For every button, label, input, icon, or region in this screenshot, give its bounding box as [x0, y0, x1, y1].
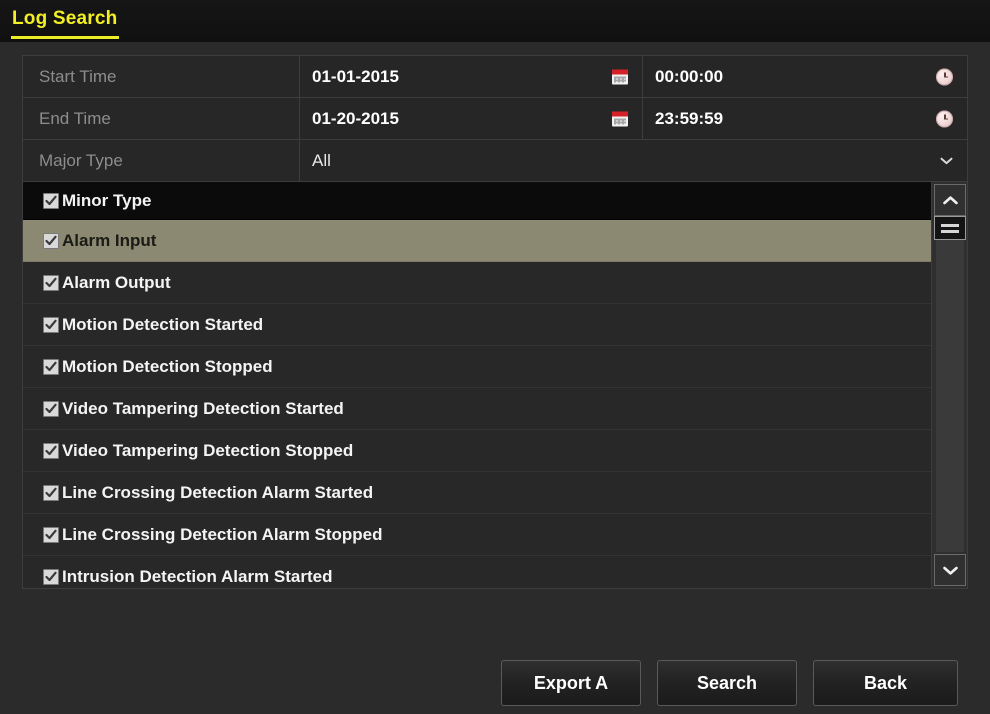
- minor-type-header-row[interactable]: Minor Type: [23, 182, 931, 220]
- list-item-label: Alarm Output: [62, 272, 171, 292]
- chevron-up-icon: [942, 195, 959, 206]
- checkbox-icon[interactable]: [43, 442, 59, 459]
- chevron-down-icon: [942, 565, 959, 576]
- list-item[interactable]: Line Crossing Detection Alarm Started: [23, 472, 931, 514]
- end-time-field[interactable]: 23:59:59: [643, 98, 967, 139]
- list-item[interactable]: Line Crossing Detection Alarm Stopped: [23, 514, 931, 556]
- list-item[interactable]: Alarm Output: [23, 262, 931, 304]
- clock-icon[interactable]: [936, 110, 953, 127]
- list-item-label: Video Tampering Detection Started: [62, 398, 344, 418]
- checkbox-icon[interactable]: [43, 316, 59, 333]
- checkbox-icon[interactable]: [43, 232, 59, 249]
- scroll-thumb-grip: [941, 229, 959, 233]
- scroll-up-button[interactable]: [934, 184, 966, 216]
- list-item-label: Line Crossing Detection Alarm Started: [62, 482, 374, 502]
- export-all-button[interactable]: Export A: [501, 660, 641, 706]
- list-item-label: Video Tampering Detection Stopped: [62, 440, 354, 460]
- log-search-window: Log Search Start Time 01-01-2015 00:00:0…: [0, 0, 990, 714]
- checkbox-icon[interactable]: [43, 358, 59, 375]
- list-item-label: Motion Detection Started: [62, 314, 264, 334]
- search-filter-form: Start Time 01-01-2015 00:00:00 End Time …: [22, 55, 968, 182]
- list-item[interactable]: Video Tampering Detection Started: [23, 388, 931, 430]
- start-time-label: Start Time: [23, 56, 300, 97]
- end-date-value: 01-20-2015: [312, 108, 399, 128]
- list-item[interactable]: Motion Detection Stopped: [23, 346, 931, 388]
- checkbox-icon[interactable]: [43, 484, 59, 501]
- start-time-field[interactable]: 00:00:00: [643, 56, 967, 97]
- end-time-label: End Time: [23, 98, 300, 139]
- footer-actions: Export A Search Back: [0, 660, 990, 714]
- title-bar: Log Search: [0, 0, 990, 42]
- title-underline: [11, 36, 119, 39]
- checkbox-icon[interactable]: [43, 400, 59, 417]
- list-item-label: Motion Detection Stopped: [62, 356, 273, 376]
- checkbox-icon[interactable]: [43, 274, 59, 291]
- end-time-value: 23:59:59: [655, 108, 724, 128]
- checkbox-icon[interactable]: [43, 568, 59, 585]
- list-scrollbar[interactable]: [931, 182, 967, 588]
- list-item-label: Alarm Input: [62, 230, 157, 250]
- scroll-down-button[interactable]: [934, 554, 966, 586]
- start-date-field[interactable]: 01-01-2015: [300, 56, 643, 97]
- list-item-label: Intrusion Detection Alarm Started: [62, 566, 333, 586]
- end-date-field[interactable]: 01-20-2015: [300, 98, 643, 139]
- calendar-icon[interactable]: [612, 69, 628, 84]
- major-type-label: Major Type: [23, 140, 300, 182]
- minor-type-listbox: Minor Type Alarm Input Alarm Output Moti…: [22, 181, 968, 589]
- scrollbar-thumb[interactable]: [934, 216, 966, 240]
- scroll-thumb-grip: [941, 223, 959, 227]
- form-row-major-type: Major Type All: [23, 140, 967, 182]
- list-item[interactable]: Intrusion Detection Alarm Started: [23, 556, 931, 588]
- search-button[interactable]: Search: [657, 660, 797, 706]
- major-type-value: All: [312, 151, 331, 170]
- start-time-value: 00:00:00: [655, 66, 724, 86]
- form-row-end-time: End Time 01-20-2015 23:59:59: [23, 98, 967, 140]
- major-type-select[interactable]: All: [300, 140, 967, 182]
- clock-icon[interactable]: [936, 68, 953, 85]
- back-button[interactable]: Back: [813, 660, 958, 706]
- list-item-label: Line Crossing Detection Alarm Stopped: [62, 524, 383, 544]
- checkbox-icon[interactable]: [43, 192, 59, 209]
- scrollbar-track[interactable]: [936, 218, 964, 552]
- calendar-icon[interactable]: [612, 111, 628, 126]
- page-title: Log Search: [12, 8, 118, 29]
- list-item[interactable]: Motion Detection Started: [23, 304, 931, 346]
- minor-type-rows: Minor Type Alarm Input Alarm Output Moti…: [23, 182, 931, 588]
- minor-type-header-label: Minor Type: [62, 190, 152, 210]
- list-item[interactable]: Alarm Input: [23, 220, 931, 262]
- checkbox-icon[interactable]: [43, 526, 59, 543]
- list-item[interactable]: Video Tampering Detection Stopped: [23, 430, 931, 472]
- form-row-start-time: Start Time 01-01-2015 00:00:00: [23, 56, 967, 98]
- start-date-value: 01-01-2015: [312, 66, 399, 86]
- chevron-down-icon[interactable]: [940, 157, 953, 166]
